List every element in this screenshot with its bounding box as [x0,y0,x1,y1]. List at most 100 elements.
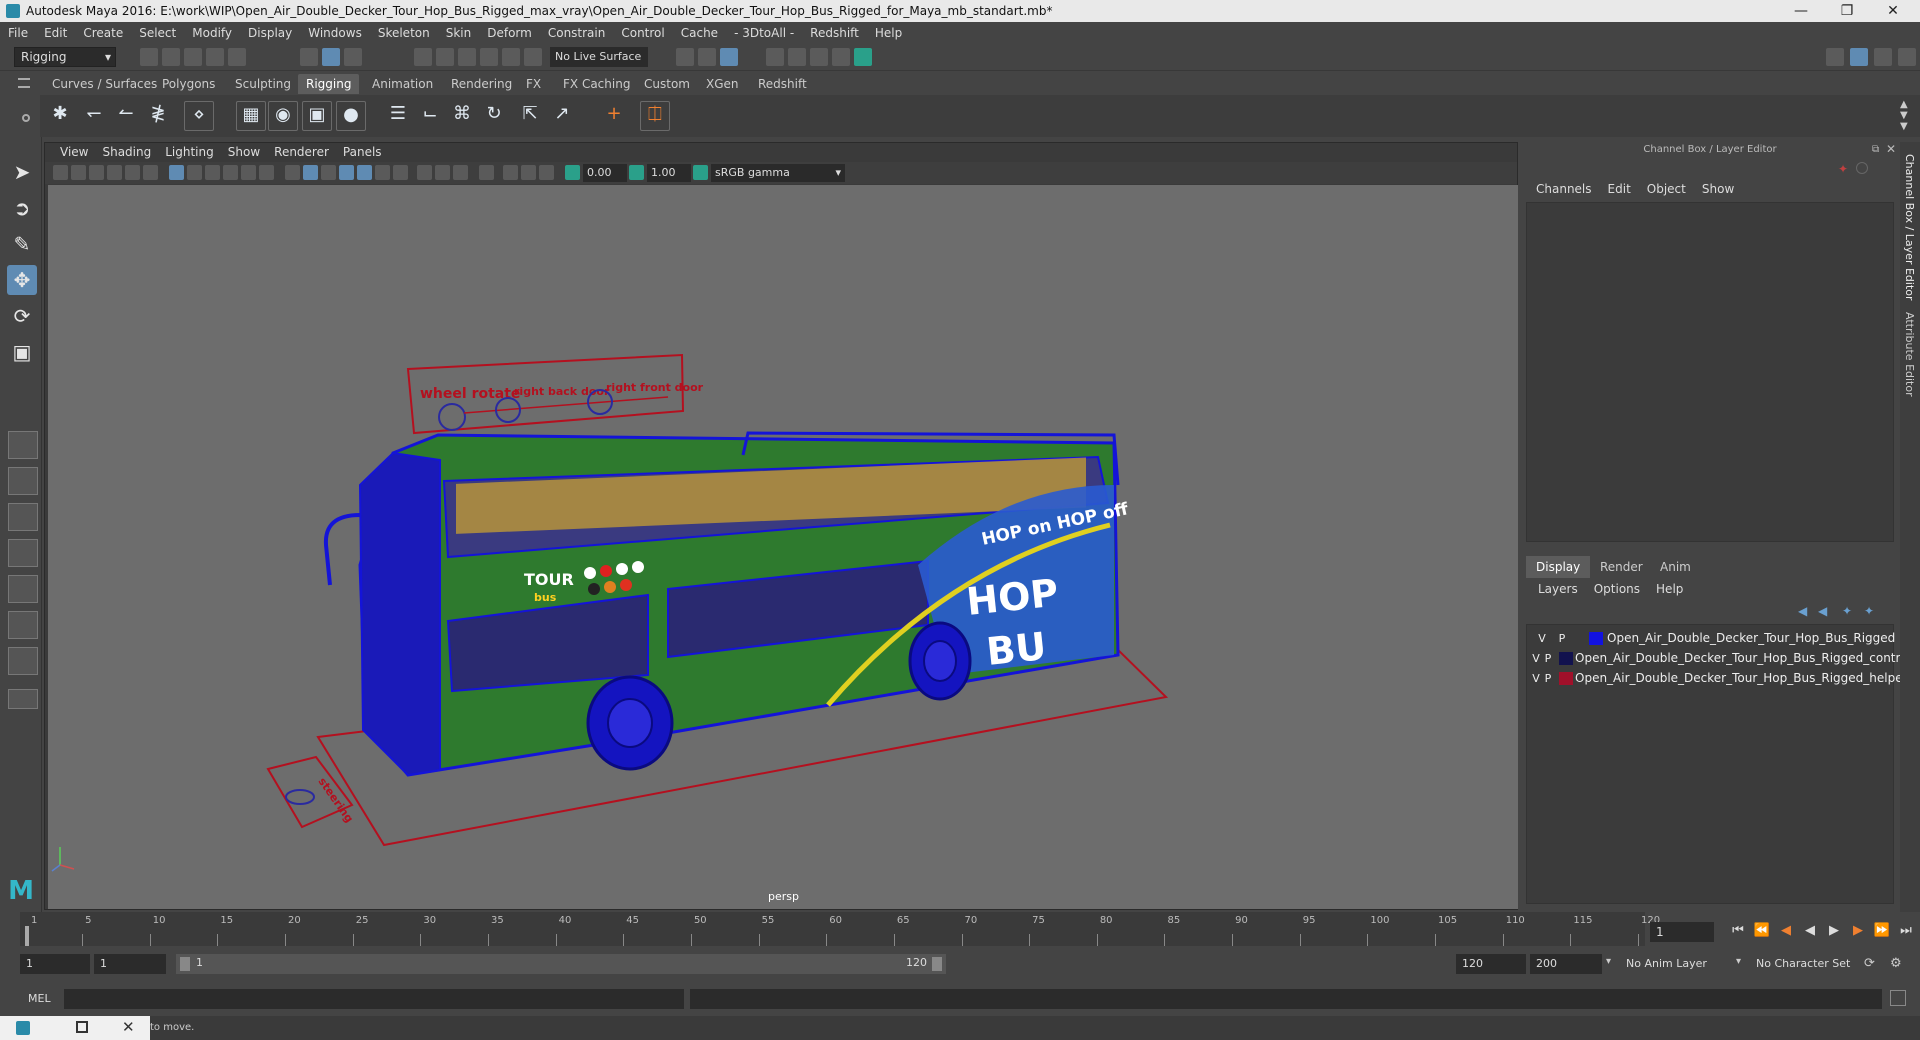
color-management-icon[interactable] [693,165,708,180]
move-layer-down-icon[interactable]: ◀ [1818,604,1827,618]
render-settings-icon[interactable] [766,48,784,66]
menu-constrain[interactable]: Constrain [540,26,614,40]
range-start-handle[interactable] [180,957,190,971]
select-component-icon[interactable] [344,48,362,66]
auto-key-icon[interactable]: ⟳ [1864,956,1875,971]
shelf-tab-polygons[interactable]: Polygons [154,74,223,94]
layer-visibility-toggle[interactable]: V [1535,629,1549,648]
layer-playback-toggle[interactable]: P [1541,669,1555,688]
tool-settings-toggle-icon[interactable] [1898,48,1916,66]
mirror-joint-icon[interactable]: ⋄ [184,101,214,131]
layer-playback-toggle[interactable]: P [1555,629,1569,648]
pole-vector-icon[interactable]: ⎅ [640,101,670,131]
channel-box-toggle-icon[interactable] [1856,162,1868,174]
paint-select-icon[interactable]: ✎ [7,229,37,259]
menu-help[interactable]: Help [867,26,910,40]
gamma-icon[interactable] [629,165,644,180]
resolution-gate-icon[interactable] [205,165,220,180]
locator-icon[interactable]: + [600,101,628,129]
construction-history-icon[interactable] [676,48,694,66]
cb-menu-object[interactable]: Object [1639,182,1694,196]
shelf-tab-xgen[interactable]: XGen [698,74,747,94]
shelf-tab-redshift[interactable]: Redshift [750,74,815,94]
ik-handle-icon[interactable]: ↽ [80,101,108,129]
step-back-frame-icon[interactable]: ◀ [1776,921,1796,941]
animation-end-field[interactable]: 200 [1530,954,1602,974]
current-frame-field[interactable]: 1 [1650,922,1714,942]
le-menu-options[interactable]: Options [1586,582,1648,596]
bounding-box-icon[interactable] [321,165,336,180]
camera-attributes-icon[interactable] [71,165,86,180]
steering-control-circle[interactable] [285,789,315,805]
select-hierarchy-icon[interactable] [300,48,318,66]
maximize-panel-icon[interactable] [76,1021,88,1033]
aim-constraint-icon[interactable]: ↗ [548,101,576,129]
menu-modify[interactable]: Modify [184,26,240,40]
isolate-select-icon[interactable] [479,165,494,180]
step-forward-key-icon[interactable]: ⏩ [1872,921,1892,941]
vp-menu-lighting[interactable]: Lighting [158,145,221,159]
snap-grid-icon[interactable] [414,48,432,66]
move-layer-up-icon[interactable]: ◀ [1798,604,1807,618]
textured-icon[interactable] [357,165,372,180]
cluster-icon[interactable]: ● [336,101,366,131]
safe-action-icon[interactable] [259,165,274,180]
minimize-button[interactable]: — [1778,0,1824,22]
chevron-down-icon[interactable]: ▾ [1736,956,1741,967]
orient-constraint-icon[interactable]: ↻ [480,101,508,129]
script-language-toggle[interactable]: MEL [28,992,51,1005]
side-tab-attribute-editor[interactable]: Attribute Editor [1903,312,1916,397]
snap-curve-icon[interactable] [436,48,454,66]
shelf-tab-sculpting[interactable]: Sculpting [227,74,299,94]
chevron-down-icon[interactable]: ▾ [1606,956,1611,967]
parent-constraint-icon[interactable]: ⌙ [416,101,444,129]
maya-taskbar-icon[interactable] [16,1021,30,1035]
shelf-tab-fx-caching[interactable]: FX Caching [555,74,638,94]
rotate-tool-icon[interactable]: ⟳ [7,301,37,331]
xray-icon[interactable] [503,165,518,180]
menu-cache[interactable]: Cache [673,26,726,40]
command-input[interactable] [64,989,684,1009]
menu-deform[interactable]: Deform [479,26,540,40]
step-forward-frame-icon[interactable]: ▶ [1848,921,1868,941]
current-time-indicator[interactable] [25,926,29,946]
snap-view-icon[interactable] [480,48,498,66]
shelf-scroll-icon[interactable]: ▲ ▼ ▼ [1900,99,1908,132]
anti-aliasing-icon[interactable] [453,165,468,180]
shelf-tab-rendering[interactable]: Rendering [443,74,520,94]
custom-layout-icon[interactable] [8,689,38,709]
move-tool-icon[interactable]: ✥ [7,265,37,295]
select-tool-icon[interactable]: ➤ [7,157,37,187]
gate-mask-icon[interactable] [223,165,238,180]
wireframe-icon[interactable] [285,165,300,180]
lattice-icon[interactable]: ▣ [302,101,332,131]
render-layout-icon[interactable] [8,647,38,675]
cb-menu-edit[interactable]: Edit [1600,182,1639,196]
wheel-rotate-control[interactable] [438,403,466,431]
redo-icon[interactable] [228,48,246,66]
xray-joints-icon[interactable] [521,165,536,180]
exposure-icon[interactable] [565,165,580,180]
menu-file[interactable]: File [0,26,36,40]
film-gate-icon[interactable] [187,165,202,180]
attribute-editor-toggle-icon[interactable] [1874,48,1892,66]
range-end-handle[interactable] [932,957,942,971]
scale-tool-icon[interactable]: ▣ [7,337,37,367]
gamma-field[interactable]: 1.00 [647,164,691,182]
shelf-tab-fx[interactable]: FX [518,74,549,94]
two-pane-layout-icon[interactable] [8,503,38,531]
character-set-dropdown[interactable]: No Character Set [1750,954,1866,974]
graph-layout-icon[interactable] [8,575,38,603]
snap-point-icon[interactable] [458,48,476,66]
close-panel-icon[interactable]: ✕ [122,1018,135,1036]
open-scene-icon[interactable] [162,48,180,66]
menu-3dtoall[interactable]: - 3DtoAll - [726,26,802,40]
render-sequence-icon[interactable] [832,48,850,66]
hypershade-layout-icon[interactable] [8,611,38,639]
menu-skeleton[interactable]: Skeleton [370,26,438,40]
vp-menu-view[interactable]: View [53,145,95,159]
point-constraint-icon[interactable]: ⌘ [448,101,476,129]
step-back-key-icon[interactable]: ⏪ [1752,921,1772,941]
shadows-icon[interactable] [393,165,408,180]
new-empty-layer-icon[interactable]: ✦ [1842,604,1852,618]
